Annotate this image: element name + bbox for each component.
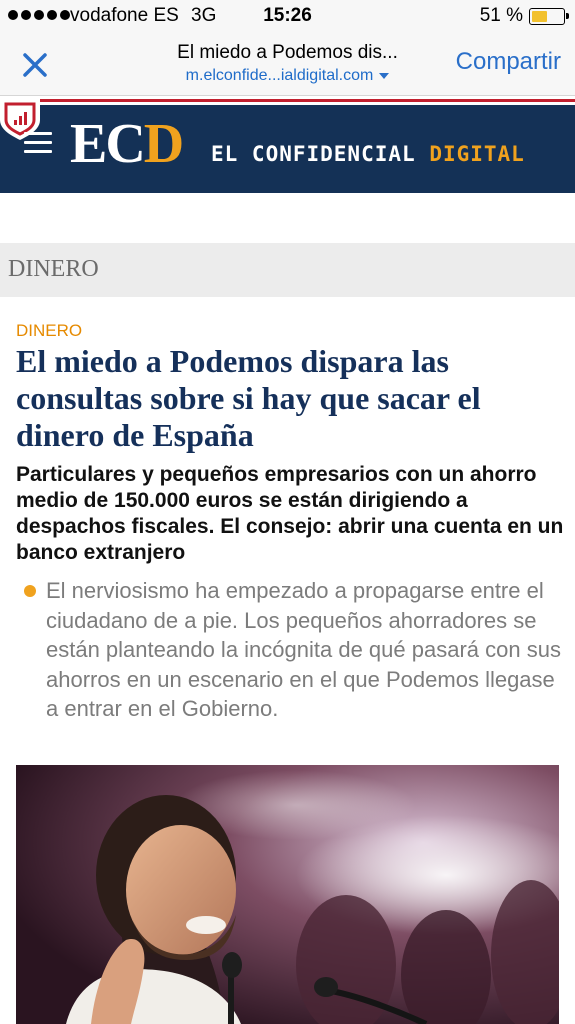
menu-button[interactable]	[24, 132, 52, 154]
article-kicker[interactable]: DINERO	[16, 321, 82, 341]
url-display[interactable]: m.elconfide...ialdigital.com	[150, 67, 425, 85]
site-name: EL CONFIDENCIAL DIGITAL	[211, 142, 525, 166]
article-photo[interactable]	[16, 765, 559, 1024]
close-button[interactable]	[16, 46, 54, 84]
site-header: ECD EL CONFIDENCIAL DIGITAL	[0, 96, 575, 193]
battery-percent: 51 %	[479, 5, 523, 26]
logo-ec: EC	[70, 113, 146, 175]
article-subheadline: Particulares y pequeños empresarios con …	[16, 463, 564, 564]
bullet-icon	[24, 585, 36, 597]
site-name-primary: EL CONFIDENCIAL	[211, 142, 416, 166]
browser-header: El miedo a Podemos dis... m.elconfide...…	[0, 34, 575, 96]
section-bar: DINERO	[0, 243, 575, 297]
article-summary: El nerviosismo ha empezado a propagarse …	[46, 578, 561, 721]
site-logo[interactable]: ECD	[70, 113, 184, 175]
flag-stripe	[0, 96, 575, 105]
article-headline: El miedo a Podemos dispara las consultas…	[16, 343, 481, 453]
status-bar: vodafone ES 3G 15:26 51 %	[0, 0, 575, 34]
logo-d: D	[143, 113, 184, 175]
chevron-down-icon	[379, 72, 390, 79]
url-text: m.elconfide...ialdigital.com	[185, 67, 374, 84]
close-x-icon	[23, 53, 47, 77]
page-title: El miedo a Podemos dis...	[177, 42, 398, 63]
section-title[interactable]: DINERO	[8, 256, 99, 283]
battery-icon	[529, 8, 569, 25]
site-name-accent: DIGITAL	[429, 142, 525, 166]
share-button[interactable]: Compartir	[456, 48, 561, 76]
